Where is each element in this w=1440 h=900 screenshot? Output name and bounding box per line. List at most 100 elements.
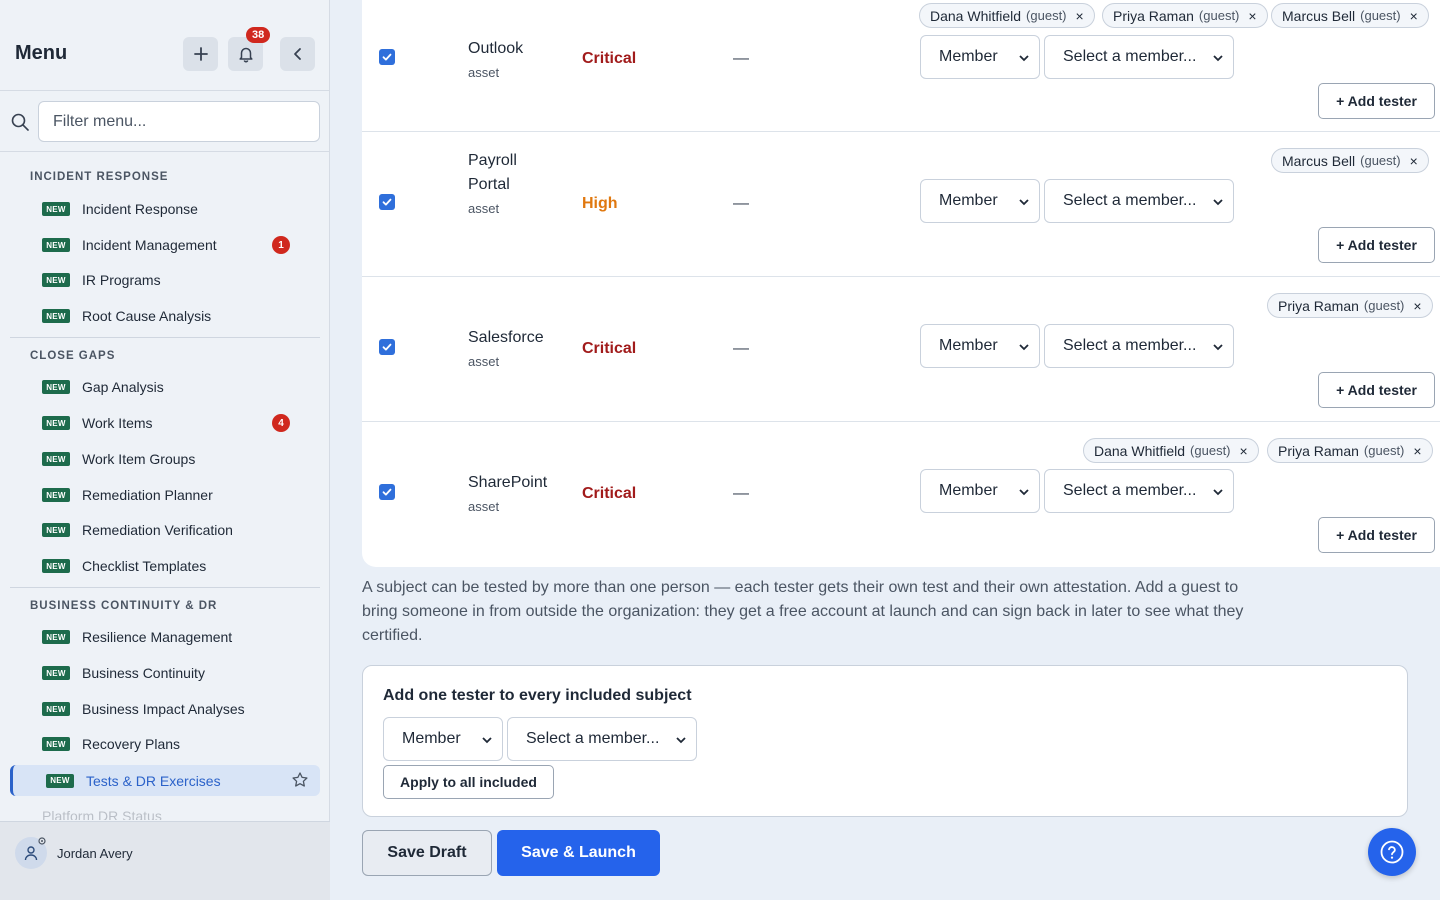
remove-tester-icon[interactable]: × — [1410, 153, 1418, 169]
role-select[interactable]: Member — [920, 469, 1040, 513]
new-tag: NEW — [42, 702, 70, 716]
add-tester-button[interactable]: + Add tester — [1318, 227, 1435, 263]
menu-item-label: Root Cause Analysis — [82, 308, 212, 324]
bulk-member-select[interactable]: Select a member... — [507, 717, 697, 761]
guest-tag: (guest) — [1198, 8, 1240, 23]
include-checkbox[interactable] — [379, 49, 395, 65]
menu-item-remediation-planner[interactable]: NEW Remediation Planner — [28, 480, 318, 510]
subject-name: Payroll Portal — [468, 152, 517, 193]
tester-name: Dana Whitfield — [930, 7, 1022, 24]
bulk-member-value: Select a member... — [526, 730, 660, 747]
include-checkbox[interactable] — [379, 484, 395, 500]
new-tag: NEW — [42, 273, 70, 287]
menu-item-root-cause-analysis[interactable]: NEW Root Cause Analysis — [28, 301, 318, 331]
chevron-down-icon — [1213, 489, 1223, 496]
help-button[interactable] — [1368, 828, 1416, 876]
menu-item-business-continuity[interactable]: NEW Business Continuity — [28, 658, 318, 688]
menu-item-business-impact-analyses[interactable]: NEW Business Impact Analyses — [28, 694, 318, 724]
divider — [0, 90, 330, 91]
table-row: SharePoint asset Critical — Dana Whitfie… — [362, 422, 1440, 567]
menu-item-remediation-verification[interactable]: NEW Remediation Verification — [28, 515, 318, 545]
chevron-down-icon — [1019, 489, 1029, 496]
tester-name: Dana Whitfield — [1094, 442, 1186, 459]
add-tester-button[interactable]: + Add tester — [1318, 83, 1435, 119]
subject-name: Salesforce — [468, 329, 544, 346]
menu-item-work-item-groups[interactable]: NEW Work Item Groups — [28, 444, 318, 474]
tester-name: Marcus Bell — [1282, 152, 1356, 169]
menu-item-incident-management[interactable]: NEW Incident Management 1 — [28, 230, 318, 260]
remove-tester-icon[interactable]: × — [1248, 8, 1256, 24]
role-select-value: Member — [939, 48, 998, 65]
new-tag: NEW — [42, 309, 70, 323]
new-tag: NEW — [42, 452, 70, 466]
save-launch-button[interactable]: Save & Launch — [497, 830, 660, 876]
new-tag: NEW — [46, 773, 74, 788]
save-draft-button[interactable]: Save Draft — [362, 830, 492, 876]
chevron-down-icon — [1019, 199, 1029, 206]
include-checkbox[interactable] — [379, 194, 395, 210]
menu-item-incident-response[interactable]: NEW Incident Response — [28, 194, 318, 224]
chevron-left-icon — [293, 48, 301, 60]
remove-tester-icon[interactable]: × — [1413, 298, 1421, 314]
user-profile[interactable]: Jordan Avery — [0, 821, 330, 900]
role-select[interactable]: Member — [920, 179, 1040, 223]
filter-menu — [0, 100, 330, 144]
table-row: Payroll Portal asset High — Marcus Bell … — [362, 132, 1440, 277]
section-divider — [10, 337, 320, 338]
collapse-sidebar-button[interactable] — [280, 37, 315, 71]
check-icon — [382, 488, 392, 496]
remove-tester-icon[interactable]: × — [1076, 8, 1084, 24]
tester-chip: Marcus Bell (guest) × — [1271, 148, 1429, 173]
member-select[interactable]: Select a member... — [1044, 35, 1234, 79]
new-tag: NEW — [42, 238, 70, 252]
role-select[interactable]: Member — [920, 324, 1040, 368]
menu-item-label: Remediation Planner — [82, 487, 213, 503]
remove-tester-icon[interactable]: × — [1410, 8, 1418, 24]
tester-chip: Dana Whitfield (guest) × — [919, 3, 1095, 28]
menu-list[interactable]: INCIDENT RESPONSE NEW Incident Response … — [0, 152, 330, 820]
bulk-role-select[interactable]: Member — [383, 717, 503, 761]
add-button[interactable] — [183, 37, 218, 71]
menu-item-label: Incident Management — [82, 237, 217, 253]
add-tester-button[interactable]: + Add tester — [1318, 372, 1435, 408]
empty-value: — — [733, 340, 749, 357]
count-badge: 4 — [272, 414, 290, 432]
menu-item-resilience-management[interactable]: NEW Resilience Management — [28, 622, 318, 652]
menu-item-ir-programs[interactable]: NEW IR Programs — [28, 265, 318, 295]
remove-tester-icon[interactable]: × — [1240, 443, 1248, 459]
notification-count-badge: 38 — [246, 27, 271, 43]
menu-item-label: Resilience Management — [82, 629, 233, 645]
menu-item-checklist-templates[interactable]: NEW Checklist Templates — [28, 551, 318, 581]
member-select[interactable]: Select a member... — [1044, 324, 1234, 368]
add-tester-button[interactable]: + Add tester — [1318, 517, 1435, 553]
remove-tester-icon[interactable]: × — [1413, 443, 1421, 459]
severity-label: Critical — [582, 485, 637, 502]
tester-name: Priya Raman — [1278, 297, 1359, 314]
new-tag: NEW — [42, 666, 70, 680]
subject-type: asset — [468, 499, 500, 514]
guest-tag: (guest) — [1363, 298, 1405, 313]
chevron-down-icon — [1213, 344, 1223, 351]
guest-tag: (guest) — [1360, 8, 1401, 23]
menu-item-gap-analysis[interactable]: NEW Gap Analysis — [28, 372, 318, 402]
filter-menu-input[interactable] — [38, 101, 320, 142]
menu-item-work-items[interactable]: NEW Work Items 4 — [28, 408, 318, 438]
role-select[interactable]: Member — [920, 35, 1040, 79]
member-select[interactable]: Select a member... — [1044, 469, 1234, 513]
include-checkbox[interactable] — [379, 339, 395, 355]
member-select-value: Select a member... — [1063, 192, 1197, 209]
member-select-value: Select a member... — [1063, 482, 1197, 499]
menu-item-recovery-plans[interactable]: NEW Recovery Plans — [28, 729, 318, 759]
new-tag: NEW — [42, 380, 70, 394]
menu-item-label: Business Impact Analyses — [82, 701, 245, 717]
chevron-down-icon — [676, 737, 686, 744]
new-tag: NEW — [42, 488, 70, 502]
new-tag: NEW — [42, 559, 70, 573]
member-select[interactable]: Select a member... — [1044, 179, 1234, 223]
menu-item-tests-dr-exercises[interactable]: NEW Tests & DR Exercises — [10, 765, 320, 796]
menu-item-platform-dr-status[interactable]: Platform DR Status — [28, 801, 318, 820]
apply-to-all-button[interactable]: Apply to all included — [383, 765, 554, 799]
new-tag: NEW — [42, 416, 70, 430]
star-icon[interactable] — [291, 771, 309, 789]
bulk-add-title: Add one tester to every included subject — [383, 687, 692, 704]
